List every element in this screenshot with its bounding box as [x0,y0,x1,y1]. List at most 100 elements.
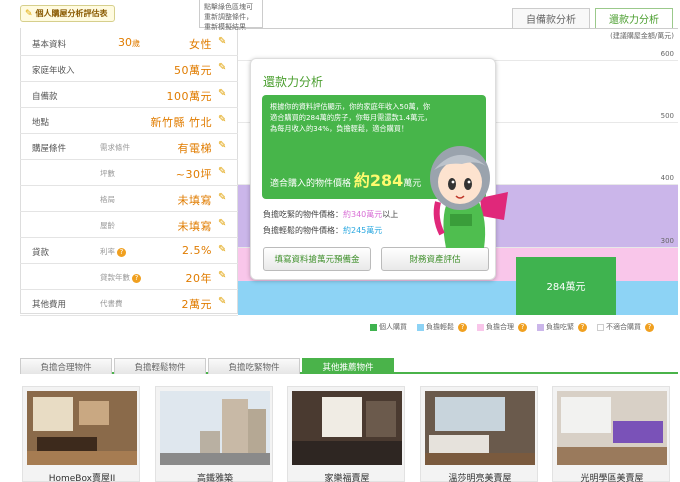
form-row[interactable]: 地點 新竹縣 竹北 ✎ [20,108,238,134]
listing-photo[interactable] [557,391,667,465]
tab-self-pay[interactable]: 自備款分析 [512,8,590,28]
form-row[interactable]: 基本資料 30歲 女性 ✎ [20,30,238,56]
form-row[interactable]: 屋齡 未填寫 ✎ [20,212,238,238]
row-sublabel: 貸款年數? [100,272,141,283]
form-row[interactable]: 貸款 利率? 2.5% ✎ [20,238,238,264]
analysis-form: ✎ 個人購屋分析評估表 基本資料 30歲 女性 ✎ 家庭年收入 50萬元 ✎ 自備款 100萬元 ✎… [20,4,238,316]
legend-item: 個人購買 [370,322,407,332]
row-value: ~30坪 [175,168,212,181]
row-sublabel: 利率? [100,246,126,257]
listing-name-link[interactable]: HomeBox賣屋II [23,471,141,482]
form-row[interactable]: 坪數 ~30坪 ✎ [20,160,238,186]
tooltip: 點擊綠色區塊可重新調整條件，重新模擬結果 [199,0,263,31]
row-value: 有電梯 [177,142,212,155]
legend-item: 負擔輕鬆? [417,322,467,332]
help-icon[interactable]: ? [578,322,587,332]
legend-swatch [370,323,377,331]
legend-item: 負擔合理? [477,322,527,332]
listing-tab[interactable]: 負擔合理物件 [20,358,112,374]
legend-label: 個人購買 [379,323,407,331]
row-value: 2.5% [182,244,212,257]
legend-swatch [477,323,484,331]
row-label: 貸款 [32,248,50,258]
listing-tab[interactable]: 負擔吃緊物件 [208,358,300,374]
help-icon[interactable]: ? [117,247,126,257]
row-value: 未填寫 [177,194,212,207]
row-sublabel: 坪數 [100,169,115,178]
form-row[interactable]: 格局 未填寫 ✎ [20,186,238,212]
help-icon[interactable]: ? [645,322,654,332]
affordable-price: 適合購入的物件價格 約284萬元 [270,171,422,190]
edit-pencil-icon[interactable]: ✎ [218,115,228,125]
row-label: 其他費用 [32,300,67,310]
listing-card[interactable]: HomeBox賣屋II [22,386,140,482]
y-tick-label: 300 [660,236,674,245]
listing-name-link[interactable]: 家樂福賣屋 [288,471,406,482]
row-value: 100萬元 [166,90,212,103]
listing-photo[interactable] [27,391,137,465]
popup-title: 還款力分析 [263,75,324,89]
gender-value: 女性 [189,38,212,51]
help-icon[interactable]: ? [518,322,527,332]
edit-pencil-icon[interactable]: ✎ [218,245,228,255]
legend-label: 不適合購買 [606,323,641,331]
listing-name-link[interactable]: 高鐵雅築 [156,471,274,482]
row-label: 基本資料 [32,40,67,50]
row-value: 20年 [185,272,212,285]
listing-tab[interactable]: 其他推薦物件 [302,358,394,374]
pencil-icon: ✎ [25,8,33,19]
legend-swatch [417,323,424,331]
form-row[interactable]: 購屋條件 需求條件 有電梯 ✎ [20,134,238,160]
row-label: 家庭年收入 [32,66,75,76]
y-tick-label: 400 [660,174,674,183]
chart-unit-label: (建議購屋金額/萬元) [610,32,674,40]
help-icon[interactable]: ? [132,273,141,283]
row-label: 購屋條件 [32,144,67,154]
listing-name-link[interactable]: 溫莎明亮美賣屋 [421,471,539,482]
mascot-character-icon [430,146,508,248]
row-sublabel: 需求條件 [100,143,130,152]
row-label: 自備款 [32,92,58,102]
age-value: 30歲 [118,36,140,49]
legend-swatch [537,323,544,331]
listing-tabs: 負擔合理物件 負擔輕鬆物件 負擔吃緊物件 其他推薦物件 [20,358,678,374]
tab-loan-analysis[interactable]: 還款力分析 [595,8,673,28]
listing-photo[interactable] [292,391,402,465]
edit-pencil-icon[interactable]: ✎ [218,219,228,229]
listing-card[interactable]: 光明學區美賣屋 [552,386,670,482]
row-sublabel: 代書費 [100,299,123,308]
edit-pencil-icon[interactable]: ✎ [218,271,228,281]
legend-label: 負擔輕鬆 [426,323,454,331]
listing-card[interactable]: 溫莎明亮美賣屋 [420,386,538,482]
edit-pencil-icon[interactable]: ✎ [218,63,228,73]
legend-label: 負擔吃緊 [546,323,574,331]
listing-card[interactable]: 家樂福賣屋 [287,386,405,482]
edit-pencil-icon[interactable]: ✎ [218,167,228,177]
listing-name-link[interactable]: 光明學區美賣屋 [553,471,671,482]
form-row[interactable]: 自備款 100萬元 ✎ [20,82,238,108]
form-row[interactable]: 家庭年收入 50萬元 ✎ [20,56,238,82]
edit-pencil-icon[interactable]: ✎ [218,193,228,203]
summary-desc: 根據你的資料評估顯示，你的家庭年收入50萬，你 適合購買的284萬的房子，你每月… [270,102,432,133]
apply-fund-button[interactable]: 填寫資料搶萬元預備金 [263,247,371,271]
help-icon[interactable]: ? [458,322,467,332]
edit-pencil-icon[interactable]: ✎ [218,89,228,99]
legend-label: 負擔合理 [486,323,514,331]
y-tick-label: 500 [660,112,674,121]
edit-pencil-icon[interactable]: ✎ [218,141,228,151]
easy-price-line: 負擔輕鬆的物件價格：約245萬元 [263,226,383,235]
form-row[interactable]: 貸款年數? 20年 ✎ [20,264,238,290]
row-sublabel: 格局 [100,195,115,204]
edit-pencil-icon[interactable]: ✎ [218,37,228,47]
row-label: 地點 [32,118,50,128]
chart-legend: 個人購買 負擔輕鬆? 負擔合理? 負擔吃緊? 不適合購買? [370,322,654,332]
tight-price-line: 負擔吃緊的物件價格：約340萬元以上 [263,210,399,219]
form-row[interactable]: 其他費用 代書費 2萬元 ✎ [20,290,238,316]
bar-value-label: 284萬元 [546,282,586,294]
listing-tab[interactable]: 負擔輕鬆物件 [114,358,206,374]
listing-photo[interactable] [160,391,270,465]
bar-personal-purchase[interactable]: 284萬元 [516,256,616,315]
edit-pencil-icon[interactable]: ✎ [218,297,228,307]
listing-photo[interactable] [425,391,535,465]
listing-card[interactable]: 高鐵雅築 [155,386,273,482]
